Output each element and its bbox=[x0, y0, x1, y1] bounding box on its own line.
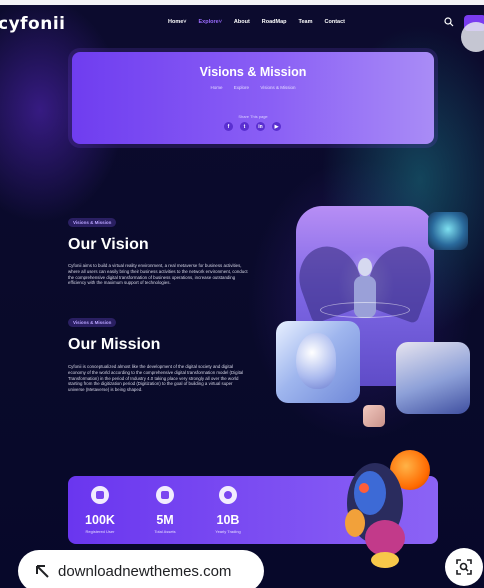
facebook-icon[interactable]: f bbox=[224, 122, 233, 131]
users-icon bbox=[91, 486, 109, 504]
share-label: Share This page bbox=[238, 114, 268, 119]
main-nav: Home˅ Explore˅ About RoadMap Team Contac… bbox=[168, 19, 345, 25]
breadcrumb: Home Explore Visions & Mission bbox=[72, 85, 434, 90]
linkedin-icon[interactable]: in bbox=[256, 122, 265, 131]
nav-item-home[interactable]: Home˅ bbox=[168, 19, 187, 25]
stat-yearly-trading: 10B Yearly Trading bbox=[198, 486, 258, 534]
small-thumbnail-image bbox=[363, 405, 385, 427]
vision-text: Cyfonii aims to build a virtual reality … bbox=[68, 263, 248, 286]
twitter-icon[interactable]: t bbox=[240, 122, 249, 131]
breadcrumb-explore[interactable]: Explore bbox=[234, 85, 249, 90]
page-title: Visions & Mission bbox=[199, 65, 307, 79]
robot-image bbox=[396, 342, 470, 414]
nav-item-contact[interactable]: Contact bbox=[325, 19, 345, 25]
mission-badge: Visions & Mission bbox=[68, 318, 117, 327]
visit-url: downloadnewthemes.com bbox=[58, 562, 232, 580]
social-links: f t in ▶ bbox=[224, 122, 281, 131]
nav-item-explore[interactable]: Explore˅ bbox=[199, 19, 222, 25]
stat-registered-users: 100K Registered User bbox=[70, 486, 130, 534]
mission-heading: Our Mission bbox=[68, 336, 161, 353]
nav-item-roadmap[interactable]: RoadMap bbox=[262, 19, 287, 25]
youtube-icon[interactable]: ▶ bbox=[272, 122, 281, 131]
assets-icon bbox=[156, 486, 174, 504]
page: cyfonii Home˅ Explore˅ About RoadMap Tea… bbox=[0, 0, 484, 588]
android-head-image bbox=[276, 321, 360, 403]
creature-image bbox=[345, 463, 405, 568]
mission-text: Cyfonii is conceptualized almost like th… bbox=[68, 364, 244, 393]
nav-item-about[interactable]: About bbox=[234, 19, 250, 25]
top-strip bbox=[0, 0, 484, 5]
cyber-face-image bbox=[428, 212, 468, 250]
logo[interactable]: cyfonii bbox=[0, 14, 66, 34]
vision-heading: Our Vision bbox=[68, 236, 149, 253]
nav-item-team[interactable]: Team bbox=[299, 19, 313, 25]
breadcrumb-home[interactable]: Home bbox=[211, 85, 223, 90]
search-icon[interactable] bbox=[444, 17, 454, 27]
stat-total-assets: 5M Total Assets bbox=[135, 486, 195, 534]
hero-banner: Visions & Mission Home Explore Visions &… bbox=[72, 52, 434, 144]
vision-badge: Visions & Mission bbox=[68, 218, 117, 227]
breadcrumb-current: Visions & Mission bbox=[260, 85, 296, 90]
arrow-up-left-icon bbox=[36, 565, 49, 578]
pie-chart-icon bbox=[219, 486, 237, 504]
zoom-search-icon[interactable] bbox=[445, 548, 483, 586]
lens-icon[interactable] bbox=[461, 22, 484, 52]
visit-site-pill[interactable]: downloadnewthemes.com bbox=[18, 550, 264, 588]
